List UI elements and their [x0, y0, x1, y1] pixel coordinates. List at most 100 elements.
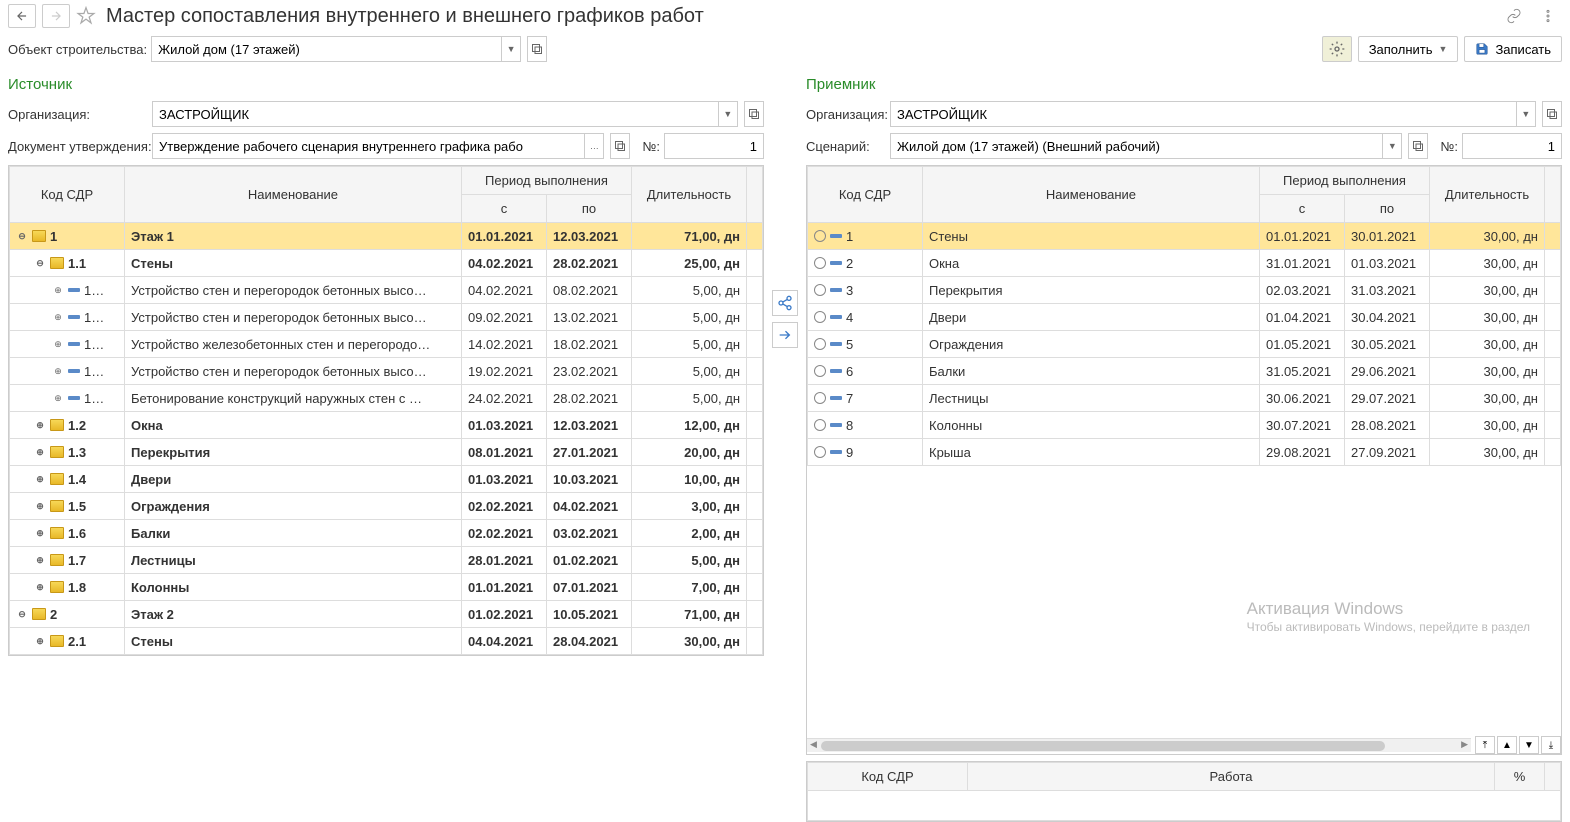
open-external-icon[interactable]: [527, 36, 547, 62]
expand-icon[interactable]: ⊖: [16, 608, 28, 620]
expand-icon[interactable]: ⊕: [52, 338, 64, 350]
table-row[interactable]: ⊕1…Устройство стен и перегородок бетонны…: [10, 358, 763, 385]
table-row[interactable]: 9Крыша29.08.202127.09.202130,00, дн: [808, 439, 1561, 466]
scrollbar[interactable]: ◀ ▶: [807, 738, 1471, 752]
table-row[interactable]: ⊕1…Устройство железобетонных стен и пере…: [10, 331, 763, 358]
page-title: Мастер сопоставления внутреннего и внешн…: [106, 5, 704, 28]
expand-icon[interactable]: ⊕: [34, 527, 46, 539]
fill-button[interactable]: Заполнить▼: [1358, 36, 1459, 62]
expand-icon[interactable]: ⊕: [34, 419, 46, 431]
table-row[interactable]: 5Ограждения01.05.202130.05.202130,00, дн: [808, 331, 1561, 358]
item-icon: [830, 423, 842, 427]
table-row[interactable]: ⊕1…Устройство стен и перегородок бетонны…: [10, 277, 763, 304]
target-org-combo[interactable]: ▼: [890, 101, 1536, 127]
favorite-icon[interactable]: [76, 6, 96, 26]
table-row[interactable]: 3Перекрытия02.03.202131.03.202130,00, дн: [808, 277, 1561, 304]
move-right-button[interactable]: [772, 322, 798, 348]
construction-combo[interactable]: ▼: [151, 36, 521, 62]
open-external-icon[interactable]: [1408, 133, 1428, 159]
settings-button[interactable]: [1322, 36, 1352, 62]
source-org-combo[interactable]: ▼: [152, 101, 738, 127]
dropdown-icon[interactable]: ▼: [1382, 134, 1401, 158]
item-icon: [830, 288, 842, 292]
dropdown-icon[interactable]: ▼: [1516, 102, 1535, 126]
target-scen-combo[interactable]: ▼: [890, 133, 1402, 159]
construction-label: Объект строительства:: [8, 42, 147, 57]
expand-icon[interactable]: ⊕: [34, 581, 46, 593]
radio-icon[interactable]: [814, 365, 826, 377]
radio-icon[interactable]: [814, 257, 826, 269]
table-row[interactable]: ⊕1.7Лестницы28.01.202101.02.20215,00, дн: [10, 547, 763, 574]
folder-icon: [50, 419, 64, 431]
down-button[interactable]: ▼: [1519, 736, 1539, 754]
table-row[interactable]: ⊕1.8Колонны01.01.202107.01.20217,00, дн: [10, 574, 763, 601]
target-scen-input[interactable]: [891, 134, 1382, 158]
table-row[interactable]: 2Окна31.01.202101.03.202130,00, дн: [808, 250, 1561, 277]
target-org-label: Организация:: [806, 107, 886, 122]
open-external-icon[interactable]: [1542, 101, 1562, 127]
source-org-input[interactable]: [153, 102, 718, 126]
link-icon[interactable]: [1506, 8, 1522, 24]
radio-icon[interactable]: [814, 392, 826, 404]
radio-icon[interactable]: [814, 284, 826, 296]
dropdown-icon[interactable]: ▼: [718, 102, 737, 126]
expand-icon[interactable]: ⊕: [52, 311, 64, 323]
link-items-button[interactable]: [772, 290, 798, 316]
item-icon: [830, 396, 842, 400]
target-org-input[interactable]: [891, 102, 1516, 126]
table-row[interactable]: 7Лестницы30.06.202129.07.202130,00, дн: [808, 385, 1561, 412]
table-row[interactable]: ⊕1.6Балки02.02.202103.02.20212,00, дн: [10, 520, 763, 547]
table-row[interactable]: ⊖1.1Стены04.02.202128.02.202125,00, дн: [10, 250, 763, 277]
open-external-icon[interactable]: [744, 101, 764, 127]
expand-icon[interactable]: ⊕: [34, 446, 46, 458]
expand-icon[interactable]: ⊕: [34, 554, 46, 566]
table-row[interactable]: ⊕1…Устройство стен и перегородок бетонны…: [10, 304, 763, 331]
source-doc-combo[interactable]: …: [152, 133, 604, 159]
table-row[interactable]: 8Колонны30.07.202128.08.202130,00, дн: [808, 412, 1561, 439]
source-num-input[interactable]: [664, 133, 764, 159]
radio-icon[interactable]: [814, 419, 826, 431]
table-row[interactable]: ⊕1.4Двери01.03.202110.03.202110,00, дн: [10, 466, 763, 493]
expand-icon[interactable]: ⊖: [34, 257, 46, 269]
source-panel: Источник Организация: ▼ Документ утвержд…: [8, 70, 764, 822]
table-row[interactable]: 6Балки31.05.202129.06.202130,00, дн: [808, 358, 1561, 385]
construction-input[interactable]: [152, 37, 501, 61]
target-num-label: №:: [1440, 139, 1458, 154]
table-row[interactable]: ⊖2Этаж 201.02.202110.05.202171,00, дн: [10, 601, 763, 628]
expand-icon[interactable]: ⊕: [52, 284, 64, 296]
expand-icon[interactable]: ⊕: [52, 365, 64, 377]
radio-icon[interactable]: [814, 446, 826, 458]
expand-icon[interactable]: ⊕: [34, 635, 46, 647]
expand-icon[interactable]: ⊕: [34, 473, 46, 485]
table-row[interactable]: ⊖1Этаж 101.01.202112.03.202171,00, дн: [10, 223, 763, 250]
table-row[interactable]: 4Двери01.04.202130.04.202130,00, дн: [808, 304, 1561, 331]
share-icon: [777, 295, 793, 311]
folder-icon: [32, 608, 46, 620]
open-external-icon[interactable]: [610, 133, 630, 159]
collapse-all-button[interactable]: ⤒: [1475, 736, 1495, 754]
expand-all-button[interactable]: ⤓: [1541, 736, 1561, 754]
expand-icon[interactable]: ⊕: [34, 500, 46, 512]
expand-icon[interactable]: ⊖: [16, 230, 28, 242]
table-row[interactable]: ⊕1.5Ограждения02.02.202104.02.20213,00, …: [10, 493, 763, 520]
source-title: Источник: [8, 76, 764, 93]
table-row[interactable]: ⊕2.1Стены04.04.202128.04.202130,00, дн: [10, 628, 763, 655]
table-row[interactable]: 1Стены01.01.202130.01.202130,00, дн: [808, 223, 1561, 250]
nav-forward-button[interactable]: [42, 4, 70, 28]
source-doc-input[interactable]: [153, 134, 584, 158]
target-num-input[interactable]: [1462, 133, 1562, 159]
ellipsis-icon[interactable]: …: [584, 134, 603, 158]
kebab-menu-icon[interactable]: [1540, 8, 1556, 24]
radio-icon[interactable]: [814, 338, 826, 350]
save-button[interactable]: Записать: [1464, 36, 1562, 62]
nav-back-button[interactable]: [8, 4, 36, 28]
table-row[interactable]: ⊕1…Бетонирование конструкций наружных ст…: [10, 385, 763, 412]
dropdown-icon[interactable]: ▼: [501, 37, 520, 61]
radio-icon[interactable]: [814, 230, 826, 242]
item-icon: [68, 369, 80, 373]
radio-icon[interactable]: [814, 311, 826, 323]
table-row[interactable]: ⊕1.3Перекрытия08.01.202127.01.202120,00,…: [10, 439, 763, 466]
up-button[interactable]: ▲: [1497, 736, 1517, 754]
expand-icon[interactable]: ⊕: [52, 392, 64, 404]
table-row[interactable]: ⊕1.2Окна01.03.202112.03.202112,00, дн: [10, 412, 763, 439]
